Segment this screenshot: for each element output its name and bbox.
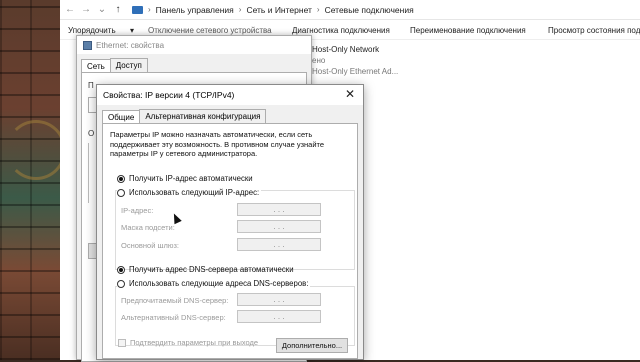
- breadcrumb: › Панель управления › Сеть и Интернет › …: [132, 5, 414, 15]
- gateway-label: Основной шлюз:: [121, 241, 180, 250]
- network-adapter-icon: [83, 40, 92, 50]
- control-panel-icon: [132, 5, 143, 14]
- validate-on-exit-option[interactable]: Подтвердить параметры при выходе: [118, 338, 258, 347]
- breadcrumb-separator-icon: ›: [148, 5, 151, 14]
- connection-adapter: Host-Only Ethernet Ad...: [312, 67, 399, 76]
- dns-manual-label: Использовать следующие адреса DNS-сервер…: [129, 279, 309, 288]
- alternate-dns-label: Альтернативный DNS-сервер:: [121, 313, 226, 322]
- advanced-button[interactable]: Дополнительно...: [276, 338, 348, 353]
- ip-address-label: IP-адрес:: [121, 206, 154, 215]
- dns-auto-radio[interactable]: [117, 265, 125, 274]
- ethernet-tabs: Сеть Доступ: [77, 58, 311, 73]
- tab-network[interactable]: Сеть: [81, 59, 111, 73]
- dns-auto-option[interactable]: Получить адрес DNS-сервера автоматически: [117, 265, 294, 274]
- ip-address-value: . . .: [273, 204, 285, 214]
- ipv4-description: Параметры IP можно назначать автоматичес…: [110, 130, 325, 158]
- connection-name: Host-Only Network: [312, 45, 380, 54]
- ipv4-dialog-title: Свойства: IP версии 4 (TCP/IPv4): [103, 90, 235, 100]
- validate-checkbox[interactable]: [118, 338, 126, 347]
- address-bar: ← → ⌄ ↑ › Панель управления › Сеть и Инт…: [60, 0, 640, 20]
- recent-dropdown-icon[interactable]: ⌄: [96, 4, 108, 15]
- organize-dropdown-icon[interactable]: ▾: [130, 26, 134, 35]
- ip-auto-option[interactable]: Получить IP-адрес автоматически: [117, 174, 253, 183]
- breadcrumb-separator-icon: ›: [238, 5, 242, 14]
- tab-sharing[interactable]: Доступ: [109, 58, 148, 72]
- subnet-mask-label: Маска подсети:: [121, 223, 175, 232]
- ethernet-dialog-title: Ethernet: свойства: [96, 40, 165, 50]
- view-status-button[interactable]: Просмотр состояния под: [548, 26, 640, 35]
- close-icon[interactable]: ✕: [345, 87, 355, 101]
- subnet-mask-field[interactable]: . . .: [237, 220, 321, 233]
- wallpaper-decoration: [6, 120, 66, 180]
- breadcrumb-item[interactable]: Сетевые подключения: [325, 5, 414, 15]
- disable-device-button[interactable]: Отключение сетевого устройства: [148, 26, 272, 35]
- ip-manual-label: Использовать следующий IP-адрес:: [129, 188, 260, 197]
- ipv4-tabs: Общие Альтернативная конфигурация: [97, 109, 363, 124]
- connection-status: ено: [312, 56, 326, 65]
- gateway-field[interactable]: . . .: [237, 238, 321, 251]
- tab-alternate-config[interactable]: Альтернативная конфигурация: [139, 109, 267, 123]
- network-connection-item[interactable]: Host-Only Network ено Host-Only Ethernet…: [312, 44, 398, 77]
- preferred-dns-value: . . .: [273, 294, 285, 304]
- components-label: О: [88, 129, 95, 138]
- ipv4-dialog-titlebar: Свойства: IP версии 4 (TCP/IPv4) ✕: [97, 85, 363, 105]
- breadcrumb-item[interactable]: Панель управления: [156, 5, 234, 15]
- alternate-dns-field[interactable]: . . .: [237, 310, 321, 323]
- subnet-mask-value: . . .: [273, 221, 285, 231]
- up-arrow-icon[interactable]: ↑: [112, 4, 124, 15]
- connect-using-label: П: [88, 81, 94, 90]
- ip-manual-option[interactable]: Использовать следующий IP-адрес:: [117, 188, 262, 197]
- preferred-dns-label: Предпочитаемый DNS-сервер:: [121, 296, 229, 305]
- ip-address-field[interactable]: . . .: [237, 203, 321, 216]
- organize-button[interactable]: Упорядочить: [68, 26, 116, 35]
- breadcrumb-separator-icon: ›: [316, 5, 320, 14]
- gateway-value: . . .: [273, 239, 285, 249]
- ethernet-dialog-titlebar: Ethernet: свойства: [77, 36, 311, 54]
- tab-general[interactable]: Общие: [102, 110, 141, 124]
- preferred-dns-field[interactable]: . . .: [237, 293, 321, 306]
- dns-manual-option[interactable]: Использовать следующие адреса DNS-сервер…: [117, 279, 311, 288]
- ipv4-general-panel: Параметры IP можно назначать автоматичес…: [102, 123, 358, 359]
- forward-arrow-icon[interactable]: →: [80, 4, 92, 15]
- diagnose-button[interactable]: Диагностика подключения: [292, 26, 390, 35]
- alternate-dns-value: . . .: [273, 311, 285, 321]
- breadcrumb-item[interactable]: Сеть и Интернет: [246, 5, 311, 15]
- dns-auto-label: Получить адрес DNS-сервера автоматически: [129, 265, 294, 274]
- validate-label: Подтвердить параметры при выходе: [130, 338, 259, 347]
- ip-manual-radio[interactable]: [117, 188, 125, 197]
- ipv4-properties-dialog: Свойства: IP версии 4 (TCP/IPv4) ✕ Общие…: [96, 84, 364, 360]
- back-arrow-icon[interactable]: ←: [64, 4, 76, 15]
- ip-auto-label: Получить IP-адрес автоматически: [129, 174, 253, 183]
- rename-button[interactable]: Переименование подключения: [410, 26, 526, 35]
- desktop-background: [0, 0, 60, 360]
- dns-manual-radio[interactable]: [117, 279, 125, 288]
- ip-auto-radio[interactable]: [117, 174, 125, 183]
- components-list[interactable]: [88, 143, 96, 203]
